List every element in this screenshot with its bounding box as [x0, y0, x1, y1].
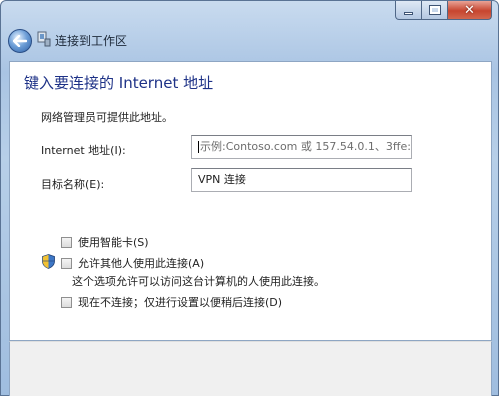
- page-description: 网络管理员可提供此地址。: [41, 111, 173, 124]
- allow-others-note: 这个选项允许可以访问这台计算机的人使用此连接。: [72, 275, 325, 288]
- destination-name-label: 目标名称(E):: [41, 178, 105, 191]
- internet-address-label: Internet 地址(I):: [41, 144, 126, 157]
- connect-later-checkbox[interactable]: [61, 296, 72, 308]
- wizard-footer: [9, 341, 492, 396]
- smartcard-label: 使用智能卡(S): [78, 236, 149, 249]
- caption-buttons: ✕: [395, 1, 492, 20]
- allow-others-label: 允许其他人使用此连接(A): [78, 257, 205, 270]
- back-button[interactable]: [8, 29, 32, 53]
- smartcard-option[interactable]: 使用智能卡(S): [61, 234, 149, 250]
- uac-shield-icon: [42, 254, 55, 269]
- back-arrow-icon: [13, 35, 27, 47]
- maximize-icon: [428, 5, 441, 15]
- internet-address-placeholder: 示例:Contoso.com 或 157.54.0.1、3ffe:1234::1…: [200, 140, 411, 153]
- allow-others-checkbox[interactable]: [61, 257, 72, 269]
- minimize-button[interactable]: [395, 1, 422, 20]
- maximize-button[interactable]: [422, 1, 448, 20]
- minimize-icon: [404, 12, 413, 15]
- allow-others-option[interactable]: 允许其他人使用此连接(A): [61, 255, 204, 271]
- wizard-content: 键入要连接的 Internet 地址 网络管理员可提供此地址。 Internet…: [9, 61, 492, 341]
- internet-address-input[interactable]: 示例:Contoso.com 或 157.54.0.1、3ffe:1234::1…: [191, 135, 412, 159]
- destination-name-input[interactable]: VPN 连接: [191, 168, 412, 192]
- connect-later-option[interactable]: 现在不连接；仅进行设置以便稍后连接(D): [61, 294, 282, 310]
- close-button[interactable]: ✕: [448, 1, 492, 20]
- connect-later-label: 现在不连接；仅进行设置以便稍后连接(D): [78, 296, 283, 309]
- wizard-title: 连接到工作区: [55, 34, 128, 48]
- smartcard-checkbox[interactable]: [61, 236, 72, 248]
- text-caret: [198, 141, 199, 153]
- network-wizard-icon: [37, 31, 51, 47]
- page-title: 键入要连接的 Internet 地址: [24, 74, 214, 92]
- title-bar[interactable]: ✕ 连接到工作区: [1, 1, 498, 61]
- wizard-window: ✕ 连接到工作区 键入要连接的 Internet 地址 网络管理员可提供此地址。…: [0, 0, 499, 396]
- close-icon: ✕: [464, 2, 475, 18]
